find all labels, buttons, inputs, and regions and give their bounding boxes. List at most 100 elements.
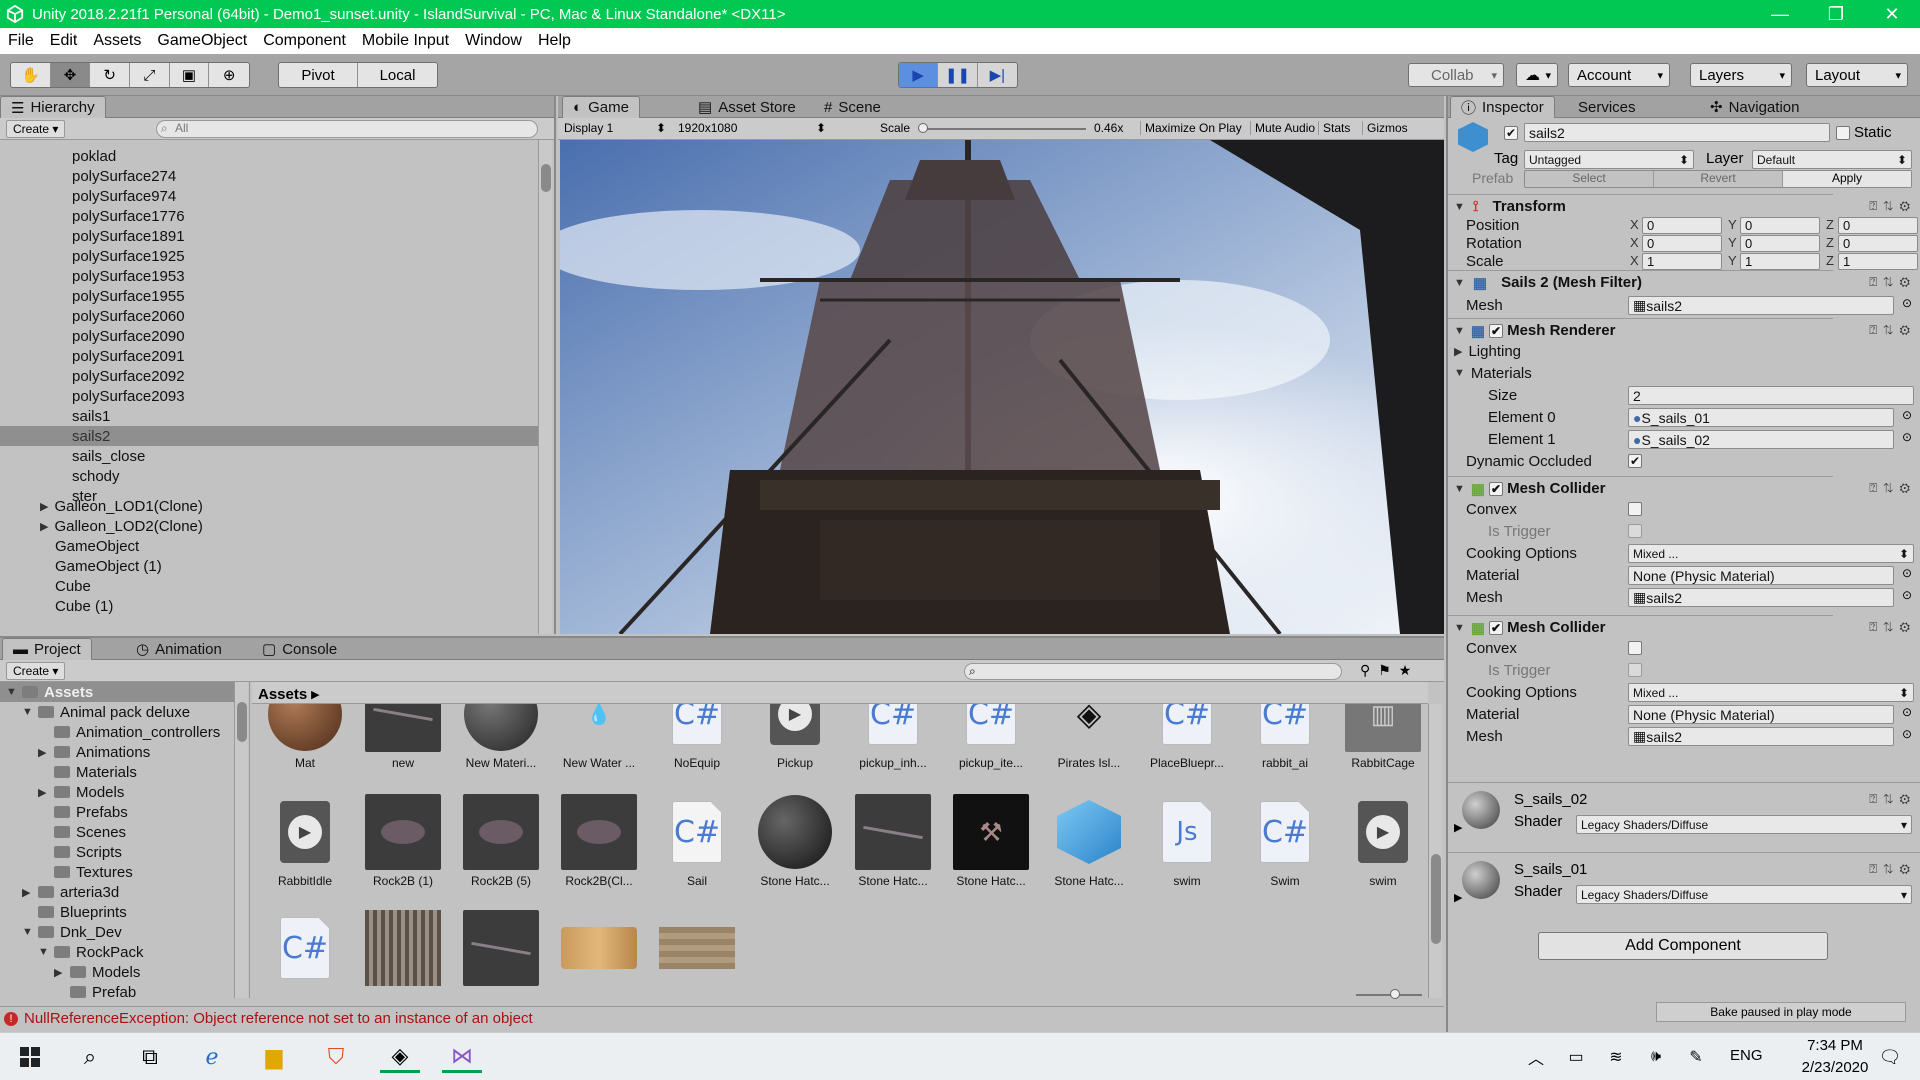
expand-arrow-icon[interactable]: ▼: [38, 946, 49, 958]
list-item[interactable]: sails2: [0, 426, 538, 446]
asset-item[interactable]: Stone Hatc...: [1044, 794, 1134, 888]
tab-hierarchy[interactable]: ☰ Hierarchy: [0, 96, 106, 118]
transform-position-z-field[interactable]: 0: [1838, 217, 1918, 234]
transform-position-y-field[interactable]: 0: [1740, 217, 1820, 234]
resolution-dropdown[interactable]: 1920x1080 ⬍: [678, 121, 828, 137]
scroll-thumb[interactable]: [237, 702, 247, 742]
component-actions[interactable]: ⍰⇅⚙: [1869, 274, 1916, 290]
visual-studio-icon[interactable]: ⋈: [442, 1041, 482, 1073]
breadcrumb-assets[interactable]: Assets: [258, 686, 307, 703]
step-button[interactable]: ▶|: [978, 63, 1017, 87]
static-checkbox[interactable]: [1836, 126, 1850, 140]
component-enabled-checkbox[interactable]: ✔: [1489, 481, 1504, 496]
rect-tool-icon[interactable]: ▣: [170, 63, 210, 87]
pause-button[interactable]: ❚❚: [938, 63, 978, 87]
hierarchy-search-input[interactable]: ⌕ All: [156, 120, 538, 138]
component-enabled-checkbox[interactable]: ✔: [1489, 323, 1504, 338]
list-item[interactable]: polySurface1891: [0, 226, 538, 246]
tree-item[interactable]: Scripts: [0, 842, 234, 862]
expand-arrow-icon[interactable]: ▶: [38, 746, 48, 759]
collider-trigger-checkbox[interactable]: [1628, 524, 1642, 538]
mesh-filter-header[interactable]: ▼ ▦ Sails 2 (Mesh Filter): [1448, 270, 1833, 294]
language-indicator[interactable]: ENG: [1730, 1047, 1763, 1064]
transform-rotation-y-field[interactable]: 0: [1740, 235, 1820, 252]
list-item[interactable]: polySurface2090: [0, 326, 538, 346]
active-checkbox[interactable]: ✔: [1504, 126, 1518, 140]
asset-item[interactable]: ▶ Pickup: [750, 704, 840, 770]
transform-rotation-z-field[interactable]: 0: [1838, 235, 1918, 252]
component-actions[interactable]: ⍰⇅⚙: [1869, 480, 1916, 496]
notifications-icon[interactable]: 🗨: [1870, 1041, 1910, 1073]
asset-item[interactable]: Rock2B(Cl...: [554, 794, 644, 888]
collider-convex-checkbox[interactable]: [1628, 502, 1642, 516]
object-picker-icon[interactable]: ⊙: [1902, 588, 1912, 602]
expand-arrow-icon[interactable]: ▼: [22, 706, 33, 718]
mute-audio-toggle[interactable]: Mute Audio: [1250, 121, 1319, 135]
object-picker-icon[interactable]: ⊙: [1902, 408, 1912, 422]
transform-rotation-x-field[interactable]: 0: [1642, 235, 1722, 252]
shader-dropdown[interactable]: Legacy Shaders/Diffuse ▾: [1576, 815, 1912, 834]
list-item[interactable]: polySurface1925: [0, 246, 538, 266]
collider-trigger-checkbox[interactable]: [1628, 663, 1642, 677]
battery-icon[interactable]: ▭: [1556, 1041, 1596, 1073]
object-picker-icon[interactable]: ⊙: [1902, 430, 1912, 444]
list-item[interactable]: sails1: [0, 406, 538, 426]
asset-item[interactable]: Stone Hatc...: [848, 794, 938, 888]
prefab-select-button[interactable]: Select: [1525, 171, 1654, 187]
shader-dropdown[interactable]: Legacy Shaders/Diffuse ▾: [1576, 885, 1912, 904]
list-item[interactable]: GameObject (1): [55, 556, 162, 576]
menu-mobile-input[interactable]: Mobile Input: [354, 32, 457, 50]
asset-item[interactable]: ▥ RabbitCage: [1338, 704, 1428, 770]
asset-item[interactable]: Rock2B (1): [358, 794, 448, 888]
list-item[interactable]: polySurface1953: [0, 266, 538, 286]
hand-tool-icon[interactable]: ✋: [11, 63, 51, 87]
expand-arrow-icon[interactable]: ▶: [38, 786, 48, 799]
component-enabled-checkbox[interactable]: ✔: [1489, 620, 1504, 635]
tab-navigation[interactable]: ✣ Navigation: [1700, 96, 1809, 118]
tree-item[interactable]: ▶ arteria3d: [0, 882, 234, 902]
project-create-button[interactable]: Create ▾: [6, 662, 66, 680]
mesh-field[interactable]: ▦ sails2: [1628, 296, 1894, 315]
collab-dropdown[interactable]: Collab: [1408, 63, 1504, 87]
cooking-options-dropdown[interactable]: Mixed ... ⬍: [1628, 544, 1914, 563]
collapse-arrow-icon[interactable]: ▼: [1454, 201, 1465, 213]
scale-tool-icon[interactable]: ⤢: [130, 63, 170, 87]
volume-icon[interactable]: 🕪: [1636, 1041, 1676, 1073]
component-actions[interactable]: ⍰⇅⚙: [1869, 322, 1916, 338]
transform-scale-z-field[interactable]: 1: [1838, 253, 1918, 270]
tree-scrollbar[interactable]: [234, 682, 248, 998]
asset-item[interactable]: C# Sail: [652, 794, 742, 888]
asset-item[interactable]: new: [358, 704, 448, 770]
collider-material-field[interactable]: None (Physic Material): [1628, 566, 1894, 585]
display-dropdown[interactable]: Display 1 ⬍: [564, 121, 668, 137]
tree-item[interactable]: ▶ Models: [0, 962, 234, 982]
object-picker-icon[interactable]: ⊙: [1902, 705, 1912, 719]
asset-item[interactable]: C# rabbit_ai: [1240, 704, 1330, 770]
list-item[interactable]: polySurface1776: [0, 206, 538, 226]
element1-field[interactable]: ● S_sails_02: [1628, 430, 1894, 449]
list-item[interactable]: schody: [0, 466, 538, 486]
filter-icons[interactable]: ⚲⚑★: [1360, 662, 1419, 679]
asset-item[interactable]: C# pickup_ite...: [946, 704, 1036, 770]
asset-item[interactable]: ▶ swim: [1338, 794, 1428, 888]
menu-file[interactable]: File: [0, 32, 42, 50]
menu-assets[interactable]: Assets: [85, 32, 149, 50]
tab-console[interactable]: ▢ Console: [252, 638, 347, 660]
collapse-arrow-icon[interactable]: ▼: [1454, 325, 1465, 337]
thumbnail-size-slider[interactable]: [1356, 989, 1422, 999]
asset-item[interactable]: C# Swim: [1240, 794, 1330, 888]
expand-arrow-icon[interactable]: ▶: [22, 886, 32, 899]
mesh-collider-header[interactable]: ▼ ▦ ✔ Mesh Collider: [1448, 476, 1833, 500]
unity-taskbar-icon[interactable]: ◈: [380, 1041, 420, 1073]
gizmos-dropdown[interactable]: Gizmos: [1362, 121, 1412, 135]
asset-item[interactable]: C#: [260, 910, 350, 986]
list-item[interactable]: polySurface974: [0, 186, 538, 206]
list-item[interactable]: polySurface2091: [0, 346, 538, 366]
tab-scene[interactable]: # Scene: [814, 96, 891, 118]
tree-item[interactable]: Prefabs: [0, 802, 234, 822]
asset-item[interactable]: Js swim: [1142, 794, 1232, 888]
tab-project[interactable]: ▬ Project: [2, 638, 92, 660]
tree-item[interactable]: Blueprints: [0, 902, 234, 922]
list-item[interactable]: Cube: [55, 576, 91, 596]
account-dropdown[interactable]: Account: [1568, 63, 1670, 87]
